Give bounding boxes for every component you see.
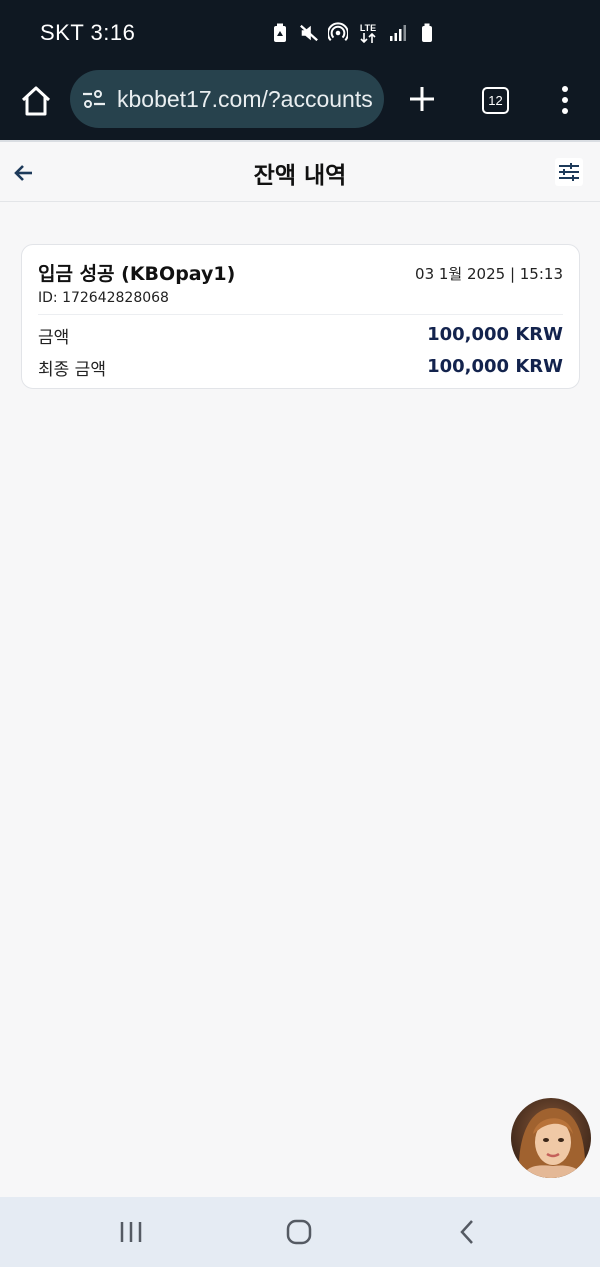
recents-icon[interactable] [119, 1220, 143, 1244]
battery-saver-icon [270, 22, 290, 44]
tab-switcher-button[interactable]: 12 [482, 87, 509, 114]
card-divider [38, 314, 563, 315]
lte-icon: LTE [357, 22, 379, 44]
site-settings-icon[interactable] [82, 89, 106, 109]
amount-value: 100,000 KRW [427, 324, 563, 345]
final-amount-label: 최종 금액 [38, 360, 106, 380]
carrier-time: SKT 3:16 [40, 20, 136, 45]
more-vert-icon[interactable] [556, 84, 574, 116]
app-header: 잔액 내역 [0, 140, 600, 202]
transaction-date: 03 1월 2025 | 15:13 [415, 265, 563, 283]
battery-icon [417, 22, 437, 44]
url-text[interactable]: kbobet17.com/?accounts [117, 86, 373, 113]
plus-icon[interactable] [406, 83, 438, 115]
transaction-title: 입금 성공 (KBOpay1) [38, 263, 236, 285]
status-icons: LTE [270, 22, 437, 44]
mute-icon [299, 22, 319, 44]
transaction-id: ID: 172642828068 [38, 290, 169, 306]
signal-icon [388, 22, 408, 44]
home-circle-icon[interactable] [286, 1219, 312, 1245]
transaction-card[interactable]: 입금 성공 (KBOpay1) 03 1월 2025 | 15:13 ID: 1… [21, 244, 580, 389]
hotspot-icon [328, 22, 348, 44]
back-chevron-icon[interactable] [457, 1219, 477, 1245]
page-title: 잔액 내역 [253, 163, 347, 189]
browser-toolbar: kbobet17.com/?accounts 12 [0, 66, 600, 140]
android-navigation-bar [0, 1197, 600, 1267]
status-bar: SKT 3:16 LTE [0, 0, 600, 66]
final-amount-value: 100,000 KRW [427, 356, 563, 377]
chat-support-avatar[interactable] [511, 1098, 591, 1178]
amount-label: 금액 [38, 328, 70, 348]
filter-sliders-icon[interactable] [555, 158, 583, 186]
lte-label: LTE [359, 23, 377, 33]
home-icon[interactable] [18, 83, 54, 119]
address-bar[interactable]: kbobet17.com/?accounts [70, 70, 384, 128]
